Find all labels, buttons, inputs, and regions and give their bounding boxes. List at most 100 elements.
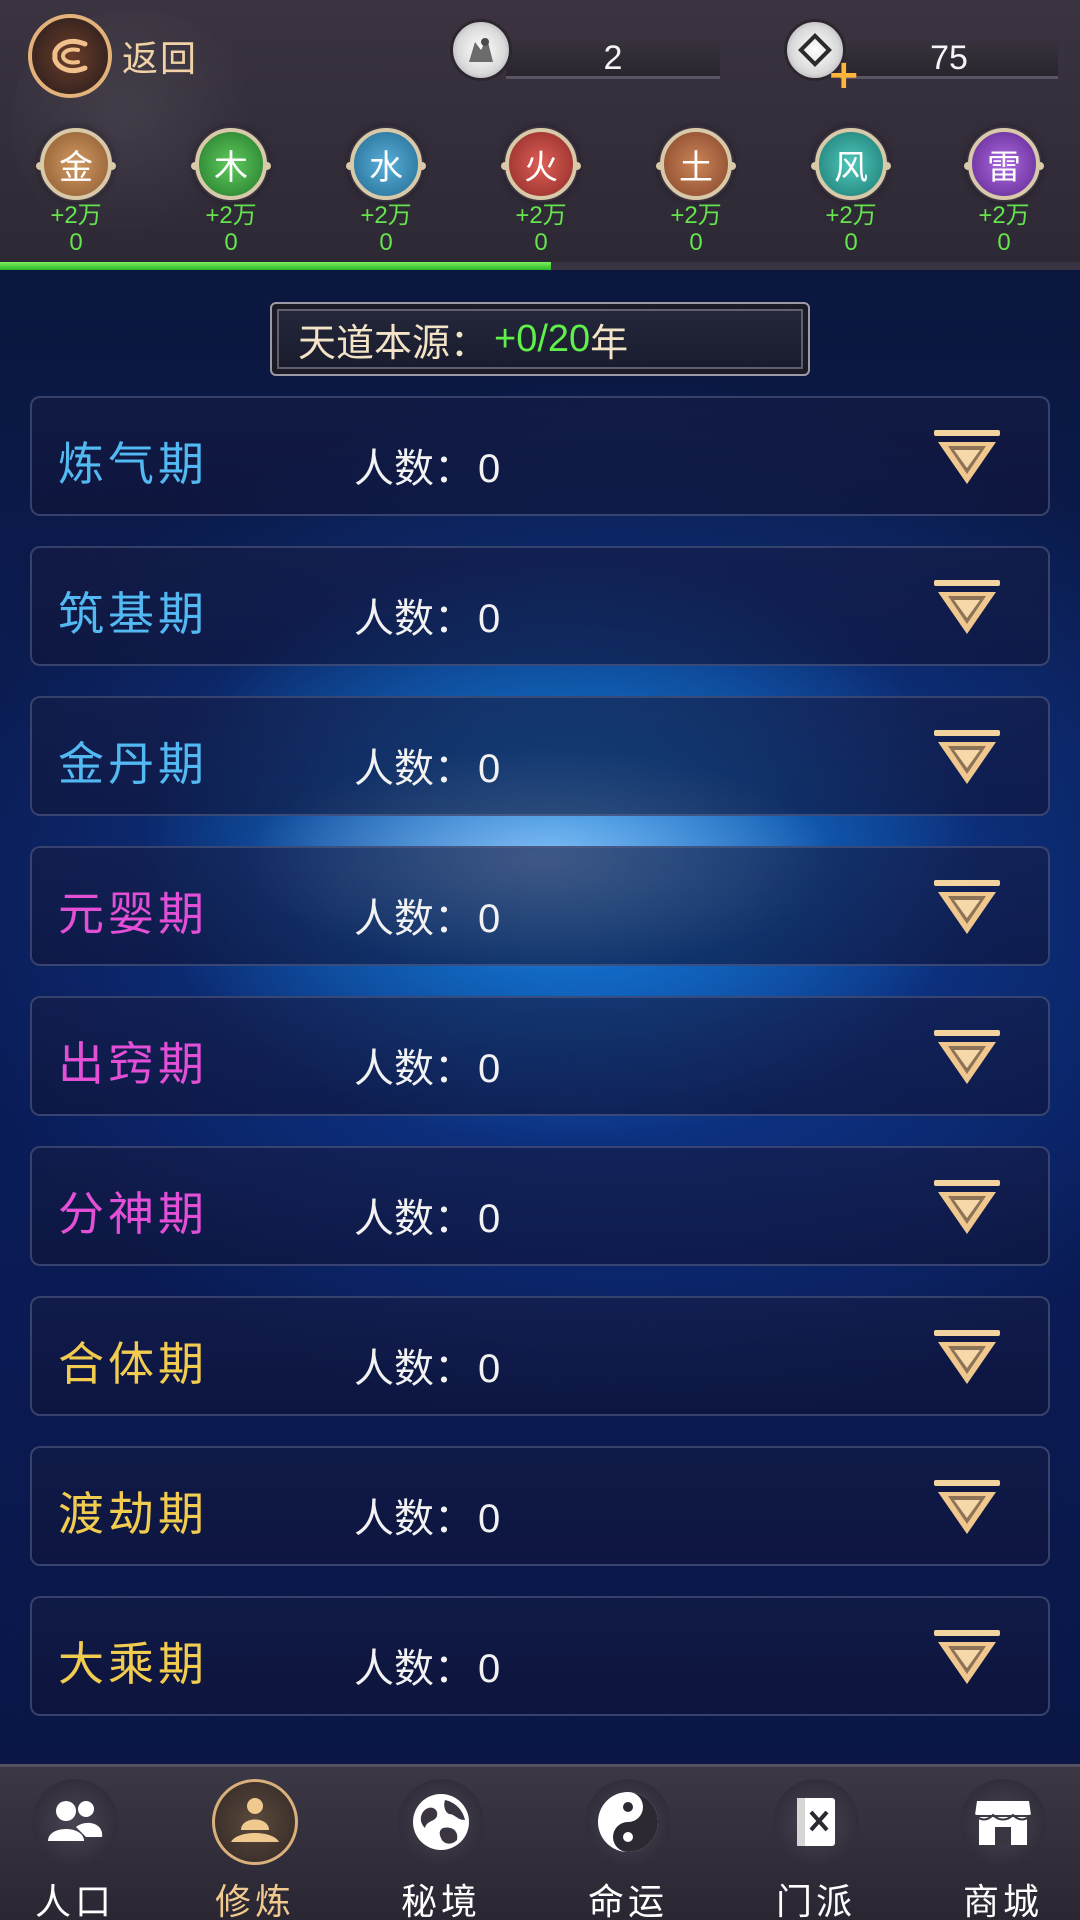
heavenly-source-banner: 天道本源： +0/20 年 [270,302,810,376]
element-thunder[interactable]: 雷 +2万 0 [954,128,1054,256]
realm-count: 人数： 0 [354,596,501,642]
expand-chevron-icon[interactable] [932,728,1002,788]
element-earth-count: 0 [689,229,703,256]
nav-cultivation[interactable]: 修炼 [180,1779,330,1920]
back-arrow-icon [28,14,112,98]
expand-chevron-icon[interactable] [932,1178,1002,1238]
add-coin-icon[interactable]: + [827,55,861,95]
meditation-icon [212,1779,298,1865]
realm-name: 炼气期 [58,437,208,491]
cultivation-progress-fill [0,262,551,270]
element-water[interactable]: 水 +2万 0 [336,128,436,256]
element-wind-gain: +2万 [825,202,877,229]
expand-chevron-icon[interactable] [932,878,1002,938]
nav-destiny[interactable]: 命运 [553,1779,703,1920]
realm-count: 人数： 0 [354,1046,501,1092]
expand-chevron-icon[interactable] [932,1328,1002,1388]
yin-yang-icon [585,1779,671,1865]
element-wood[interactable]: 木 +2万 0 [181,128,281,256]
nav-label: 秘境 [400,1882,481,1920]
realm-row-soul-division[interactable]: 分神期 人数： 0 [30,1146,1050,1266]
realm-row-spirit-severing[interactable]: 出窍期 人数： 0 [30,996,1050,1116]
bottom-nav: 人口 修炼 秘境 命运 门派 商城 [0,1764,1080,1920]
resource-beast-counter[interactable]: 2 [450,18,720,82]
back-button[interactable]: 返回 [28,14,198,98]
realm-name: 筑基期 [58,587,208,641]
realm-row-integration[interactable]: 合体期 人数： 0 [30,1296,1050,1416]
spirit-stone-coin-icon: + [784,19,861,95]
realm-row-tribulation[interactable]: 渡劫期 人数： 0 [30,1446,1050,1566]
realm-name: 合体期 [58,1337,208,1391]
expand-chevron-icon[interactable] [932,1478,1002,1538]
realm-row-nascent-soul[interactable]: 元婴期 人数： 0 [30,846,1050,966]
expand-chevron-icon[interactable] [932,578,1002,638]
source-value: +0/20 [494,317,591,360]
realm-count: 人数： 0 [354,446,501,492]
element-fire-badge: 火 [501,128,581,200]
element-earth-gain: +2万 [670,202,722,229]
element-gold-badge: 金 [36,128,116,200]
realm-count: 人数： 0 [354,1196,501,1242]
element-wind[interactable]: 风 +2万 0 [801,128,901,256]
resource-beast-value: 2 [506,39,720,79]
element-thunder-badge: 雷 [964,128,1044,200]
realm-count: 人数： 0 [354,1496,501,1542]
realm-count: 人数： 0 [354,1346,501,1392]
realm-row-foundation[interactable]: 筑基期 人数： 0 [30,546,1050,666]
element-wood-gain: +2万 [205,202,257,229]
source-label: 天道本源： [298,320,489,365]
element-water-count: 0 [379,229,393,256]
element-fire-gain: +2万 [515,202,567,229]
nav-label: 修炼 [214,1882,295,1920]
resource-coin-value: 75 [840,39,1058,79]
element-earth[interactable]: 土 +2万 0 [646,128,746,256]
element-wind-count: 0 [844,229,858,256]
spirit-beast-icon [450,19,512,81]
nav-sect[interactable]: 门派 [741,1779,891,1920]
nav-label: 门派 [775,1882,856,1920]
nav-label: 商城 [962,1882,1043,1920]
nav-secret-realm[interactable]: 秘境 [366,1779,516,1920]
realm-list: 炼气期 人数：0 筑基期 人数：0 金丹期 人数：0 元婴期 人数：0 [30,396,1050,1746]
realm-name: 分神期 [58,1187,208,1241]
back-label: 返回 [122,39,199,80]
realm-name: 金丹期 [58,737,208,791]
nav-label: 命运 [587,1882,668,1920]
element-gold-count: 0 [69,229,83,256]
realm-name: 大乘期 [58,1637,208,1691]
element-earth-badge: 土 [656,128,736,200]
top-bar: 返回 2 + 75 金 +2万 0 木 +2万 0 水 +2万 0 火 +2万 … [0,0,1080,270]
element-fire[interactable]: 火 +2万 0 [491,128,591,256]
expand-chevron-icon[interactable] [932,428,1002,488]
element-gold[interactable]: 金 +2万 0 [26,128,126,256]
element-wood-badge: 木 [191,128,271,200]
source-unit: 年 [590,320,629,365]
element-thunder-count: 0 [997,229,1011,256]
resource-coin-counter[interactable]: + 75 [784,18,1058,95]
realm-count: 人数： 0 [354,746,501,792]
realm-count: 人数： 0 [354,1646,501,1692]
realm-name: 渡劫期 [58,1487,208,1541]
element-wind-badge: 风 [811,128,891,200]
realm-row-golden-core[interactable]: 金丹期 人数： 0 [30,696,1050,816]
shop-icon [960,1779,1046,1865]
element-resources: 金 +2万 0 木 +2万 0 水 +2万 0 火 +2万 0 土 +2万 0 … [0,128,1080,258]
nav-population[interactable]: 人口 [0,1779,150,1920]
globe-icon [398,1779,484,1865]
expand-chevron-icon[interactable] [932,1028,1002,1088]
realm-name: 元婴期 [58,887,208,941]
realm-row-qi-refining[interactable]: 炼气期 人数： 0 [30,396,1050,516]
realm-name: 出窍期 [58,1037,208,1091]
expand-chevron-icon[interactable] [932,1628,1002,1688]
nav-shop[interactable]: 商城 [928,1779,1078,1920]
realm-row-mahayana[interactable]: 大乘期 人数： 0 [30,1596,1050,1716]
realm-count: 人数： 0 [354,896,501,942]
nav-label: 人口 [34,1882,115,1920]
element-water-gain: +2万 [360,202,412,229]
element-gold-gain: +2万 [50,202,102,229]
element-wood-count: 0 [224,229,238,256]
sect-scroll-icon [773,1779,859,1865]
cultivation-progress-bar [0,262,1080,270]
people-icon [32,1779,118,1865]
element-water-badge: 水 [346,128,426,200]
